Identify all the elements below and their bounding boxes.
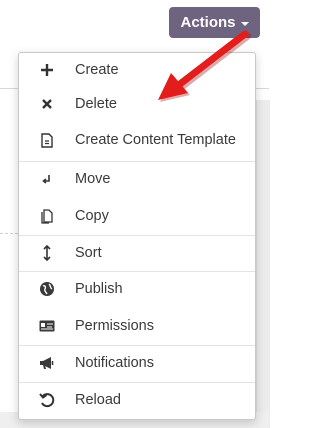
globe-icon <box>39 281 55 297</box>
menu-item-label: Notifications <box>75 355 154 371</box>
menu-item-reload[interactable]: Reload <box>19 383 255 417</box>
menu-item-create[interactable]: Create <box>19 53 255 87</box>
menu-item-label: Reload <box>75 392 121 408</box>
menu-item-notifications[interactable]: Notifications <box>19 346 255 380</box>
caret-down-icon <box>240 21 249 26</box>
move-icon <box>39 171 55 187</box>
menu-item-label: Permissions <box>75 318 154 334</box>
menu-item-permissions[interactable]: Permissions <box>19 309 255 343</box>
menu-item-sort[interactable]: Sort <box>19 236 255 270</box>
id-card-icon <box>39 318 55 334</box>
sort-icon <box>39 245 55 261</box>
menu-item-label: Create <box>75 62 119 78</box>
actions-button[interactable]: Actions <box>169 7 260 38</box>
actions-dropdown-menu: Create Delete Create Content Template Mo… <box>18 52 256 420</box>
megaphone-icon <box>39 355 55 371</box>
menu-item-label: Copy <box>75 208 109 224</box>
close-icon <box>39 96 55 112</box>
menu-item-move[interactable]: Move <box>19 162 255 196</box>
document-icon <box>39 132 55 148</box>
page-dashed-line <box>0 233 18 234</box>
menu-item-label: Move <box>75 171 111 187</box>
actions-button-label: Actions <box>180 14 236 31</box>
menu-item-label: Publish <box>75 281 123 297</box>
menu-item-publish[interactable]: Publish <box>19 272 255 306</box>
reload-icon <box>39 392 55 408</box>
menu-item-label: Delete <box>75 96 117 112</box>
page-side-panel <box>256 100 270 428</box>
menu-item-delete[interactable]: Delete <box>19 87 255 121</box>
menu-item-create-content-template[interactable]: Create Content Template <box>19 123 255 157</box>
menu-item-label: Create Content Template <box>75 132 236 148</box>
menu-item-label: Sort <box>75 245 102 261</box>
copy-icon <box>39 208 55 224</box>
plus-icon <box>39 62 55 78</box>
menu-item-copy[interactable]: Copy <box>19 199 255 233</box>
